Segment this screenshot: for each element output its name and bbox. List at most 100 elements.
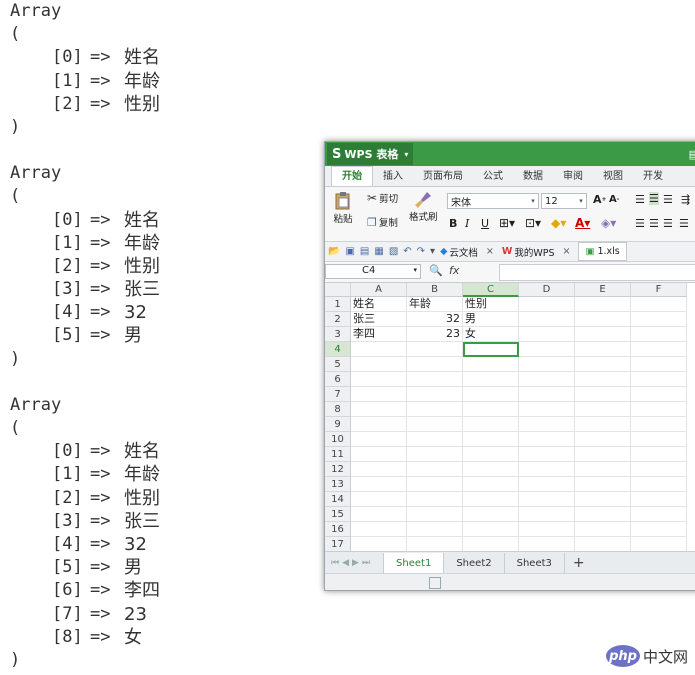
cell[interactable]: [463, 372, 519, 387]
cell[interactable]: [519, 387, 575, 402]
column-header[interactable]: C: [463, 283, 519, 297]
cell[interactable]: [407, 492, 463, 507]
cell[interactable]: [575, 387, 631, 402]
cell[interactable]: [407, 387, 463, 402]
align-bottom-icon[interactable]: ☰: [663, 193, 673, 206]
cell[interactable]: [631, 462, 687, 477]
cell[interactable]: [575, 312, 631, 327]
row-header[interactable]: 13: [325, 477, 351, 492]
underline-icon[interactable]: U: [481, 217, 489, 230]
cell[interactable]: [407, 417, 463, 432]
chevron-down-icon[interactable]: ▾: [430, 246, 435, 257]
sheet-tab[interactable]: Sheet1: [383, 552, 445, 574]
ribbon-tab[interactable]: 公式: [473, 167, 513, 186]
sheet-tab[interactable]: Sheet2: [444, 552, 505, 574]
cell[interactable]: [463, 387, 519, 402]
ribbon-tab[interactable]: 数据: [513, 167, 553, 186]
ribbon-tab[interactable]: 视图: [593, 167, 633, 186]
cell[interactable]: [575, 432, 631, 447]
row-header[interactable]: 8: [325, 402, 351, 417]
cell[interactable]: [575, 507, 631, 522]
current-file-tab[interactable]: ▣ 1.xls: [578, 242, 627, 261]
cell[interactable]: [463, 477, 519, 492]
row-header[interactable]: 9: [325, 417, 351, 432]
column-header[interactable]: B: [407, 283, 463, 297]
row-header[interactable]: 7: [325, 387, 351, 402]
cell[interactable]: [631, 387, 687, 402]
cell[interactable]: 李四: [351, 327, 407, 342]
cell[interactable]: [575, 297, 631, 312]
cell[interactable]: [631, 342, 687, 357]
cell[interactable]: [351, 357, 407, 372]
cell[interactable]: [407, 432, 463, 447]
cell[interactable]: [575, 522, 631, 537]
column-header[interactable]: F: [631, 283, 687, 297]
cell[interactable]: 32: [407, 312, 463, 327]
print-preview-icon[interactable]: ▤: [360, 246, 369, 257]
cell[interactable]: 男: [463, 312, 519, 327]
select-all-corner[interactable]: [325, 283, 351, 297]
clear-format-icon[interactable]: ◈▾: [601, 216, 616, 230]
cell[interactable]: 年龄: [407, 297, 463, 312]
cell[interactable]: [631, 312, 687, 327]
cell[interactable]: [519, 507, 575, 522]
cell[interactable]: [575, 402, 631, 417]
border-icon[interactable]: ⊞▾: [499, 216, 515, 230]
cell[interactable]: [519, 462, 575, 477]
cell[interactable]: [519, 342, 575, 357]
wrap-text-icon[interactable]: ⇶: [681, 193, 690, 206]
print-icon[interactable]: ▦: [374, 246, 383, 257]
row-header[interactable]: 14: [325, 492, 351, 507]
cell[interactable]: [351, 342, 407, 357]
cell[interactable]: [463, 357, 519, 372]
ribbon-tab[interactable]: 页面布局: [413, 167, 473, 186]
cell[interactable]: [407, 357, 463, 372]
cell[interactable]: [407, 342, 463, 357]
cell[interactable]: [631, 522, 687, 537]
open-folder-icon[interactable]: 📂: [328, 246, 340, 257]
cell[interactable]: [519, 372, 575, 387]
row-header[interactable]: 5: [325, 357, 351, 372]
align-middle-icon[interactable]: ☰: [649, 192, 659, 205]
ribbon-tab[interactable]: 开始: [331, 166, 373, 186]
cell[interactable]: [463, 417, 519, 432]
cell[interactable]: [407, 507, 463, 522]
cell[interactable]: [519, 537, 575, 552]
cell[interactable]: [575, 357, 631, 372]
cell[interactable]: [351, 402, 407, 417]
column-header[interactable]: A: [351, 283, 407, 297]
cell[interactable]: [463, 507, 519, 522]
format-painter-button[interactable]: 格式刷: [409, 191, 438, 223]
zoom-icon[interactable]: 🔍: [429, 264, 443, 277]
cell[interactable]: [631, 447, 687, 462]
align-center-icon[interactable]: ☰: [649, 217, 659, 230]
cell[interactable]: [351, 432, 407, 447]
cell[interactable]: [575, 372, 631, 387]
cell[interactable]: [519, 327, 575, 342]
cell[interactable]: [631, 507, 687, 522]
cell[interactable]: [631, 402, 687, 417]
cell[interactable]: [351, 372, 407, 387]
cell[interactable]: [519, 357, 575, 372]
cell[interactable]: [407, 402, 463, 417]
cell[interactable]: [519, 417, 575, 432]
fx-icon[interactable]: fx: [449, 264, 459, 277]
row-header[interactable]: 17: [325, 537, 351, 552]
cell[interactable]: [519, 522, 575, 537]
sheet-nav-arrows-icon[interactable]: ⏮◀▶⏭: [331, 558, 373, 568]
close-icon[interactable]: ×: [486, 246, 494, 257]
cell[interactable]: [575, 327, 631, 342]
align-top-icon[interactable]: ☰: [635, 193, 645, 206]
formula-input[interactable]: [499, 264, 695, 281]
ribbon-tab[interactable]: 开发: [633, 167, 673, 186]
cell[interactable]: [407, 537, 463, 552]
cell[interactable]: [631, 357, 687, 372]
active-cell[interactable]: [463, 342, 519, 357]
close-icon[interactable]: ×: [563, 246, 571, 257]
app-menu-button[interactable]: S WPS 表格 ▾: [327, 143, 414, 165]
cell[interactable]: [351, 522, 407, 537]
row-header[interactable]: 6: [325, 372, 351, 387]
cell[interactable]: 张三: [351, 312, 407, 327]
cell[interactable]: [631, 477, 687, 492]
cut-button[interactable]: ✂ 剪切: [367, 191, 398, 205]
